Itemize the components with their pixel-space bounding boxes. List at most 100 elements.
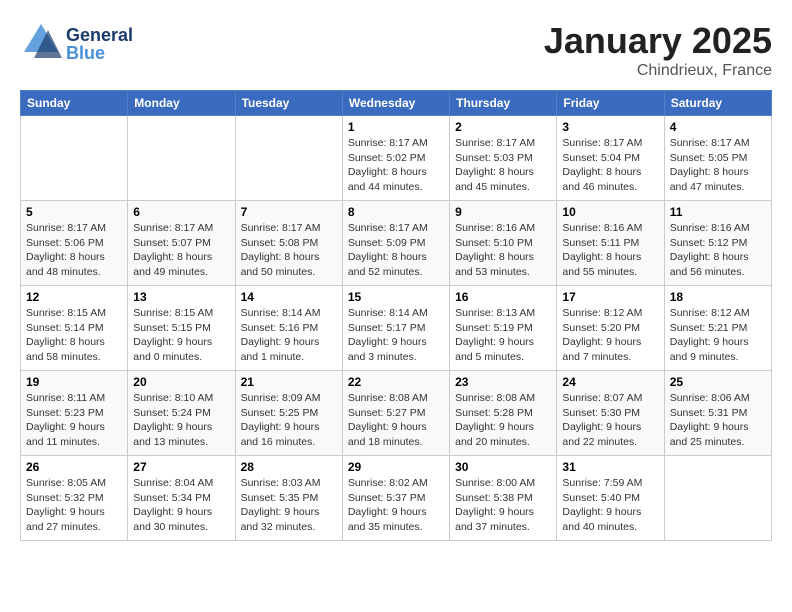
weekday-header-thursday: Thursday (450, 91, 557, 116)
week-row-5: 26 Sunrise: 8:05 AM Sunset: 5:32 PM Dayli… (21, 456, 772, 541)
day-info: Sunrise: 8:09 AM Sunset: 5:25 PM Dayligh… (241, 391, 337, 450)
day-number: 22 (348, 375, 444, 389)
day-cell (664, 456, 771, 541)
calendar: SundayMondayTuesdayWednesdayThursdayFrid… (20, 90, 772, 541)
day-info: Sunrise: 8:11 AM Sunset: 5:23 PM Dayligh… (26, 391, 122, 450)
day-cell: 18 Sunrise: 8:12 AM Sunset: 5:21 PM Dayli… (664, 286, 771, 371)
weekday-header-wednesday: Wednesday (342, 91, 449, 116)
day-number: 15 (348, 290, 444, 304)
day-number: 24 (562, 375, 658, 389)
weekday-header-tuesday: Tuesday (235, 91, 342, 116)
day-cell: 10 Sunrise: 8:16 AM Sunset: 5:11 PM Dayli… (557, 201, 664, 286)
weekday-header-saturday: Saturday (664, 91, 771, 116)
day-cell: 29 Sunrise: 8:02 AM Sunset: 5:37 PM Dayli… (342, 456, 449, 541)
day-cell: 3 Sunrise: 8:17 AM Sunset: 5:04 PM Daylig… (557, 116, 664, 201)
day-cell: 15 Sunrise: 8:14 AM Sunset: 5:17 PM Dayli… (342, 286, 449, 371)
day-cell: 2 Sunrise: 8:17 AM Sunset: 5:03 PM Daylig… (450, 116, 557, 201)
day-info: Sunrise: 8:12 AM Sunset: 5:20 PM Dayligh… (562, 306, 658, 365)
day-info: Sunrise: 8:07 AM Sunset: 5:30 PM Dayligh… (562, 391, 658, 450)
day-number: 6 (133, 205, 229, 219)
day-cell: 31 Sunrise: 7:59 AM Sunset: 5:40 PM Dayli… (557, 456, 664, 541)
day-number: 2 (455, 120, 551, 134)
day-info: Sunrise: 8:08 AM Sunset: 5:28 PM Dayligh… (455, 391, 551, 450)
day-number: 25 (670, 375, 766, 389)
day-info: Sunrise: 8:08 AM Sunset: 5:27 PM Dayligh… (348, 391, 444, 450)
day-cell (235, 116, 342, 201)
weekday-header-row: SundayMondayTuesdayWednesdayThursdayFrid… (21, 91, 772, 116)
logo: General Blue (20, 20, 133, 67)
day-info: Sunrise: 8:12 AM Sunset: 5:21 PM Dayligh… (670, 306, 766, 365)
location: Chindrieux, France (544, 62, 772, 80)
day-cell: 21 Sunrise: 8:09 AM Sunset: 5:25 PM Dayli… (235, 371, 342, 456)
day-cell: 27Sunrise: 8:04 AM Sunset: 5:34 PM Dayli… (128, 456, 235, 541)
day-cell: 17 Sunrise: 8:12 AM Sunset: 5:20 PM Dayli… (557, 286, 664, 371)
day-info: Sunrise: 8:17 AM Sunset: 5:05 PM Dayligh… (670, 136, 766, 195)
day-info: Sunrise: 7:59 AM Sunset: 5:40 PM Dayligh… (562, 476, 658, 535)
day-number: 26 (26, 460, 122, 474)
day-cell: 24 Sunrise: 8:07 AM Sunset: 5:30 PM Dayli… (557, 371, 664, 456)
day-number: 12 (26, 290, 122, 304)
day-number: 14 (241, 290, 337, 304)
day-number: 21 (241, 375, 337, 389)
day-number: 31 (562, 460, 658, 474)
logo-blue: Blue (66, 44, 133, 62)
day-info: Sunrise: 8:14 AM Sunset: 5:17 PM Dayligh… (348, 306, 444, 365)
day-number: 7 (241, 205, 337, 219)
header: General Blue January 2025 Chindrieux, Fr… (20, 20, 772, 80)
weekday-header-friday: Friday (557, 91, 664, 116)
day-info: Sunrise: 8:17 AM Sunset: 5:06 PM Dayligh… (26, 221, 122, 280)
day-info: Sunrise: 8:05 AM Sunset: 5:32 PM Dayligh… (26, 476, 122, 535)
day-number: 9 (455, 205, 551, 219)
logo-icon (20, 20, 62, 67)
day-cell: 16 Sunrise: 8:13 AM Sunset: 5:19 PM Dayli… (450, 286, 557, 371)
day-cell (128, 116, 235, 201)
day-info: Sunrise: 8:17 AM Sunset: 5:09 PM Dayligh… (348, 221, 444, 280)
day-cell: 8 Sunrise: 8:17 AM Sunset: 5:09 PM Daylig… (342, 201, 449, 286)
day-number: 5 (26, 205, 122, 219)
day-info: Sunrise: 8:15 AM Sunset: 5:15 PM Dayligh… (133, 306, 229, 365)
day-info: Sunrise: 8:17 AM Sunset: 5:03 PM Dayligh… (455, 136, 551, 195)
day-cell: 14 Sunrise: 8:14 AM Sunset: 5:16 PM Dayli… (235, 286, 342, 371)
week-row-4: 19 Sunrise: 8:11 AM Sunset: 5:23 PM Dayli… (21, 371, 772, 456)
day-number: 27 (133, 460, 229, 474)
week-row-2: 5 Sunrise: 8:17 AM Sunset: 5:06 PM Daylig… (21, 201, 772, 286)
day-cell: 4 Sunrise: 8:17 AM Sunset: 5:05 PM Daylig… (664, 116, 771, 201)
day-info: Sunrise: 8:14 AM Sunset: 5:16 PM Dayligh… (241, 306, 337, 365)
day-number: 18 (670, 290, 766, 304)
day-info: Sunrise: 8:17 AM Sunset: 5:07 PM Dayligh… (133, 221, 229, 280)
day-cell: 25Sunrise: 8:06 AM Sunset: 5:31 PM Dayli… (664, 371, 771, 456)
day-info: Sunrise: 8:13 AM Sunset: 5:19 PM Dayligh… (455, 306, 551, 365)
day-number: 29 (348, 460, 444, 474)
day-number: 8 (348, 205, 444, 219)
day-number: 19 (26, 375, 122, 389)
day-cell: 7 Sunrise: 8:17 AM Sunset: 5:08 PM Daylig… (235, 201, 342, 286)
day-number: 11 (670, 205, 766, 219)
week-row-3: 12 Sunrise: 8:15 AM Sunset: 5:14 PM Dayli… (21, 286, 772, 371)
day-info: Sunrise: 8:17 AM Sunset: 5:08 PM Dayligh… (241, 221, 337, 280)
day-number: 3 (562, 120, 658, 134)
day-info: Sunrise: 8:17 AM Sunset: 5:02 PM Dayligh… (348, 136, 444, 195)
logo-text-block: General Blue (66, 26, 133, 62)
day-cell: 1Sunrise: 8:17 AM Sunset: 5:02 PM Daylig… (342, 116, 449, 201)
day-info: Sunrise: 8:15 AM Sunset: 5:14 PM Dayligh… (26, 306, 122, 365)
day-number: 10 (562, 205, 658, 219)
day-cell: 11Sunrise: 8:16 AM Sunset: 5:12 PM Dayli… (664, 201, 771, 286)
day-number: 17 (562, 290, 658, 304)
day-number: 4 (670, 120, 766, 134)
weekday-header-monday: Monday (128, 91, 235, 116)
day-info: Sunrise: 8:10 AM Sunset: 5:24 PM Dayligh… (133, 391, 229, 450)
day-number: 16 (455, 290, 551, 304)
day-cell: 26 Sunrise: 8:05 AM Sunset: 5:32 PM Dayli… (21, 456, 128, 541)
day-info: Sunrise: 8:16 AM Sunset: 5:11 PM Dayligh… (562, 221, 658, 280)
title-block: January 2025 Chindrieux, France (544, 20, 772, 80)
month-title: January 2025 (544, 20, 772, 62)
day-info: Sunrise: 8:16 AM Sunset: 5:10 PM Dayligh… (455, 221, 551, 280)
day-number: 13 (133, 290, 229, 304)
day-cell: 9 Sunrise: 8:16 AM Sunset: 5:10 PM Daylig… (450, 201, 557, 286)
day-number: 30 (455, 460, 551, 474)
day-info: Sunrise: 8:02 AM Sunset: 5:37 PM Dayligh… (348, 476, 444, 535)
day-number: 20 (133, 375, 229, 389)
day-cell: 28Sunrise: 8:03 AM Sunset: 5:35 PM Dayli… (235, 456, 342, 541)
weekday-header-sunday: Sunday (21, 91, 128, 116)
day-info: Sunrise: 8:17 AM Sunset: 5:04 PM Dayligh… (562, 136, 658, 195)
